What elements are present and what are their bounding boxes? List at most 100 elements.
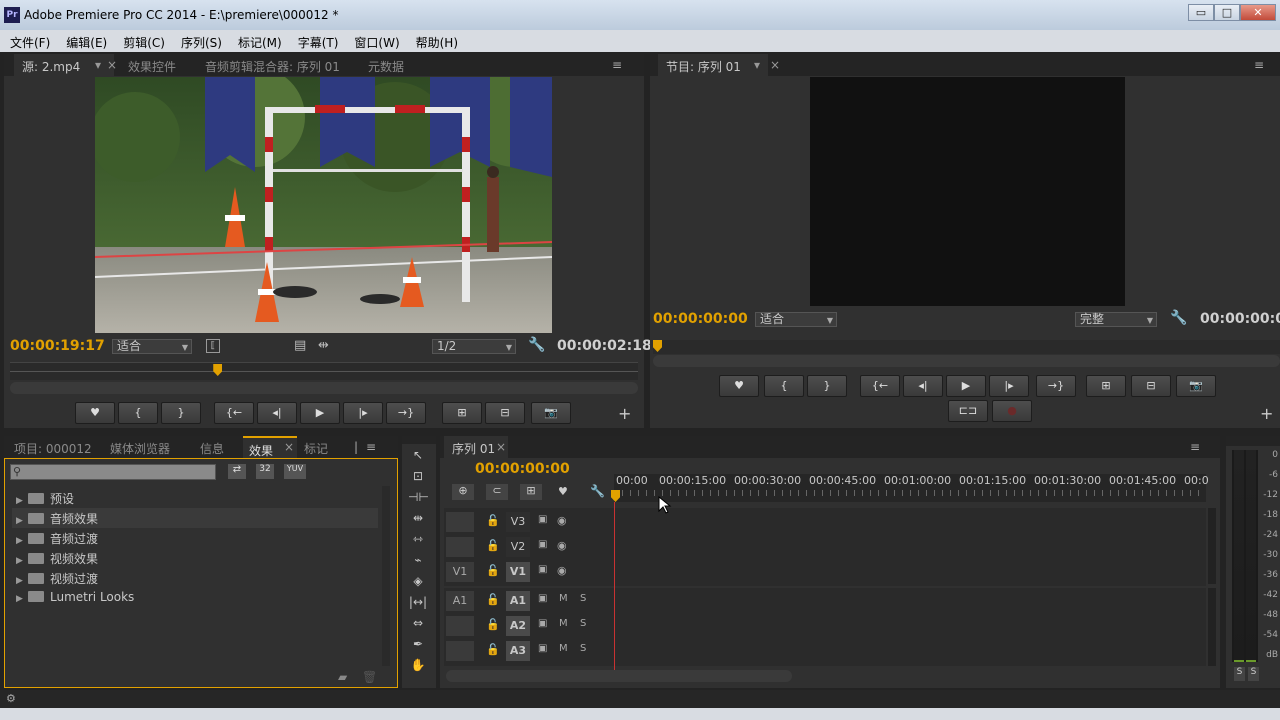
drag-audio-icon[interactable]: ⇹ bbox=[318, 338, 329, 353]
trash-icon[interactable]: 🗑 bbox=[362, 670, 377, 684]
step-forward-button[interactable]: |▸ bbox=[343, 402, 383, 424]
close-tab-icon[interactable]: × bbox=[107, 58, 117, 72]
audio-tracks-scrollbar[interactable] bbox=[1208, 588, 1216, 666]
lock-icon[interactable]: 🔓 bbox=[486, 593, 500, 606]
toggle-sync-icon[interactable]: ▣ bbox=[538, 539, 547, 550]
program-video-frame[interactable] bbox=[810, 77, 1125, 306]
source-patch[interactable]: A1 bbox=[446, 591, 474, 611]
extract-button[interactable]: ⊟ bbox=[1131, 375, 1171, 397]
lock-icon[interactable]: 🔓 bbox=[486, 643, 500, 656]
toggle-sync-icon[interactable]: ▣ bbox=[538, 564, 547, 575]
go-to-in-button[interactable]: {← bbox=[860, 375, 900, 397]
expand-arrow-icon[interactable]: ▶ bbox=[16, 594, 28, 604]
source-time-ruler[interactable] bbox=[10, 362, 638, 380]
tree-item-audio-effects[interactable]: ▶ 音频效果 bbox=[16, 510, 98, 527]
expand-arrow-icon[interactable]: ▶ bbox=[16, 556, 28, 566]
accelerated-effects-button[interactable]: ⇄ bbox=[228, 464, 246, 479]
step-back-button[interactable]: ◂| bbox=[257, 402, 297, 424]
source-fit-dropdown[interactable]: 适合 bbox=[112, 339, 192, 354]
menu-file[interactable]: 文件(F) bbox=[0, 30, 56, 51]
nest-sequence-icon[interactable]: ⊕ bbox=[452, 484, 474, 500]
play-button[interactable]: ▶ bbox=[300, 402, 340, 424]
timeline-timecode[interactable]: 00:00:00:00 bbox=[475, 461, 570, 477]
eye-icon[interactable]: ◉ bbox=[557, 539, 567, 552]
play-button[interactable]: ▶ bbox=[946, 375, 986, 397]
button-editor-icon[interactable]: + bbox=[618, 404, 631, 423]
track-name[interactable]: V2 bbox=[506, 537, 530, 557]
expand-arrow-icon[interactable]: ▶ bbox=[16, 536, 28, 546]
toggle-sync-icon[interactable]: ▣ bbox=[538, 643, 547, 654]
source-patch[interactable]: V1 bbox=[446, 562, 474, 582]
pen-tool-icon[interactable]: ⇔ bbox=[408, 616, 428, 634]
lift-button[interactable]: ⊞ bbox=[1086, 375, 1126, 397]
go-to-in-button[interactable]: {← bbox=[214, 402, 254, 424]
menu-sequence[interactable]: 序列(S) bbox=[171, 30, 228, 51]
mark-in-button[interactable]: { bbox=[118, 402, 158, 424]
effects-scrollbar[interactable] bbox=[382, 486, 390, 666]
source-patch[interactable] bbox=[446, 512, 474, 532]
hand-tool-icon[interactable]: ✒ bbox=[408, 637, 428, 655]
close-tab-icon[interactable]: × bbox=[496, 440, 506, 454]
source-patch[interactable] bbox=[446, 616, 474, 636]
panel-menu-icon[interactable]: ≡ bbox=[1254, 58, 1264, 72]
lock-icon[interactable]: 🔓 bbox=[486, 564, 500, 577]
mute-button[interactable]: M bbox=[559, 618, 568, 629]
export-frame-button[interactable]: 📷 bbox=[531, 402, 571, 424]
new-bin-icon[interactable]: ▰ bbox=[338, 670, 347, 684]
track-name[interactable]: V1 bbox=[506, 562, 530, 582]
mute-button[interactable]: M bbox=[559, 593, 568, 604]
tab-info[interactable]: 信息 bbox=[200, 440, 224, 457]
timeline-settings-icon[interactable]: 🔧 bbox=[590, 484, 605, 498]
toggle-sync-icon[interactable]: ▣ bbox=[538, 514, 547, 525]
close-tab-icon[interactable]: × bbox=[770, 58, 780, 72]
tree-item-video-effects[interactable]: ▶ 视频效果 bbox=[16, 550, 98, 567]
resolution-dropdown[interactable]: 1/2 bbox=[432, 339, 516, 354]
tree-item-presets[interactable]: ▶ 预设 bbox=[16, 490, 74, 507]
add-marker-button[interactable]: ♥ bbox=[75, 402, 115, 424]
playback-quality-dropdown[interactable]: 完整 bbox=[1075, 312, 1157, 327]
overwrite-button[interactable]: ⊟ bbox=[485, 402, 525, 424]
track-name[interactable]: V3 bbox=[506, 512, 530, 532]
menu-window[interactable]: 窗口(W) bbox=[344, 30, 405, 51]
menu-marker[interactable]: 标记(M) bbox=[228, 30, 288, 51]
source-timecode[interactable]: 00:00:19:17 bbox=[10, 338, 105, 354]
mark-out-button[interactable]: } bbox=[807, 375, 847, 397]
eye-icon[interactable]: ◉ bbox=[557, 564, 567, 577]
tab-metadata[interactable]: 元数据 bbox=[368, 58, 404, 75]
solo-button[interactable]: S bbox=[580, 618, 586, 629]
program-timecode[interactable]: 00:00:00:00 bbox=[653, 311, 748, 327]
selection-tool-icon[interactable]: ↖ bbox=[408, 448, 428, 466]
source-zoom-scrollbar[interactable] bbox=[10, 382, 638, 394]
solo-button[interactable]: S bbox=[580, 643, 586, 654]
step-back-button[interactable]: ◂| bbox=[903, 375, 943, 397]
tab-markers[interactable]: 标记 bbox=[304, 440, 328, 457]
mark-out-button[interactable]: } bbox=[161, 402, 201, 424]
wrench-icon[interactable]: 🔧 bbox=[528, 337, 545, 353]
tree-item-lumetri-looks[interactable]: ▶ Lumetri Looks bbox=[16, 590, 134, 604]
zoom-tool-icon[interactable]: ✋ bbox=[408, 658, 428, 676]
safe-margins-icon[interactable]: ⟦ bbox=[206, 339, 220, 353]
close-window-button[interactable]: ✕ bbox=[1240, 4, 1276, 21]
linked-selection-icon[interactable]: ⊞ bbox=[520, 484, 542, 500]
rolling-edit-tool-icon[interactable]: ⇹ bbox=[408, 511, 428, 529]
film-strip-icon[interactable]: ▤ bbox=[294, 338, 306, 353]
panel-menu-icon[interactable]: ≡ bbox=[1190, 440, 1200, 454]
close-tab-icon[interactable]: × bbox=[284, 440, 294, 454]
go-to-out-button[interactable]: →} bbox=[386, 402, 426, 424]
slide-tool-icon[interactable]: |↔| bbox=[408, 595, 428, 613]
yuv-effects-button[interactable]: YUV bbox=[284, 464, 306, 479]
track-name[interactable]: A3 bbox=[506, 641, 530, 661]
source-patch[interactable] bbox=[446, 537, 474, 557]
tab-media-browser[interactable]: 媒体浏览器 bbox=[110, 440, 170, 457]
button-editor-icon[interactable]: + bbox=[1260, 404, 1273, 423]
menu-clip[interactable]: 剪辑(C) bbox=[113, 30, 171, 51]
tree-item-video-transitions[interactable]: ▶ 视频过渡 bbox=[16, 570, 98, 587]
mute-button[interactable]: M bbox=[559, 643, 568, 654]
program-zoom-scrollbar[interactable] bbox=[653, 355, 1280, 367]
panel-menu-icon[interactable]: ≡ bbox=[366, 440, 376, 454]
expand-arrow-icon[interactable]: ▶ bbox=[16, 576, 28, 586]
program-playhead[interactable] bbox=[653, 340, 662, 352]
solo-right-button[interactable]: S bbox=[1248, 667, 1259, 681]
toggle-sync-icon[interactable]: ▣ bbox=[538, 593, 547, 604]
program-dropdown-icon[interactable]: ▾ bbox=[754, 58, 760, 72]
